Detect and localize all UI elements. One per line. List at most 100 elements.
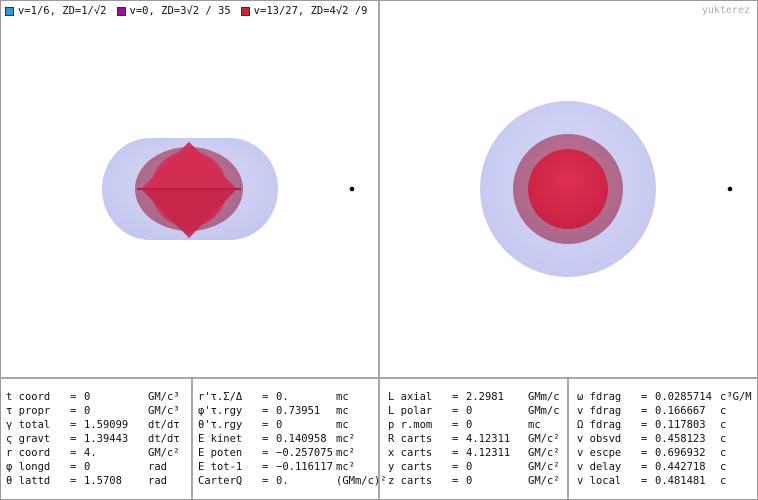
readout-unit: c³G/M <box>720 391 752 403</box>
readout-name: θ lattd <box>6 475 51 487</box>
readout-name: θ'τ.rgy <box>198 419 243 431</box>
readout-value: 0 <box>466 405 473 417</box>
readout-name: v delay <box>577 461 622 473</box>
readout-name: v local <box>577 475 622 487</box>
readout-unit: c <box>720 461 727 473</box>
readout-name: R carts <box>388 433 433 445</box>
panel-separator <box>567 379 569 499</box>
readout-unit: GM/c³ <box>148 405 180 417</box>
readout-unit: GMm/c <box>528 405 560 417</box>
readout-eq: = <box>262 405 269 417</box>
readout-eq: = <box>641 419 648 431</box>
readout-unit: dt/dτ <box>148 433 180 445</box>
readout-name: φ longd <box>6 461 51 473</box>
readout-name: p r.mom <box>388 419 433 431</box>
readout-unit: GM/c² <box>528 461 560 473</box>
readout-unit: GM/c³ <box>148 391 180 403</box>
readout-eq: = <box>641 433 648 445</box>
readout-name: x carts <box>388 447 433 459</box>
readout-name: E poten <box>198 447 243 459</box>
readout-value: 0.442718 <box>655 461 706 473</box>
readout-eq: = <box>262 461 269 473</box>
readout-eq: = <box>641 391 648 403</box>
readout-value: −0.116117 <box>276 461 333 473</box>
readout-eq: = <box>70 461 77 473</box>
readout-unit: mc <box>528 419 541 431</box>
readout-eq: = <box>452 447 459 459</box>
readout-value: 1.5708 <box>84 475 122 487</box>
readout-value: 0.117803 <box>655 419 706 431</box>
readout-eq: = <box>641 461 648 473</box>
readout-value: 2.2981 <box>466 391 504 403</box>
readout-name: CarterQ <box>198 475 243 487</box>
readout-value: 0 <box>276 419 283 431</box>
readout-unit: mc² <box>336 433 355 445</box>
readout-value: 0. <box>276 391 289 403</box>
readout-eq: = <box>452 475 459 487</box>
readout-value: 0 <box>84 391 91 403</box>
readout-value: 4.12311 <box>466 433 511 445</box>
readout-value: −0.257075 <box>276 447 333 459</box>
readout-unit: mc² <box>336 461 355 473</box>
readout-eq: = <box>70 475 77 487</box>
readout-value: 0.481481 <box>655 475 706 487</box>
readout-value: 0.458123 <box>655 433 706 445</box>
side-view-scene <box>102 138 355 240</box>
readout-unit: rad <box>148 475 167 487</box>
readout-eq: = <box>452 419 459 431</box>
side-view-canvas[interactable]: v=1/6, ZD=1/√2 v=0, ZD=3√2 / 35 v=13/27,… <box>1 1 378 377</box>
readout-eq: = <box>641 475 648 487</box>
readout-unit: dt/dτ <box>148 419 180 431</box>
readout-value: 0 <box>466 475 473 487</box>
readout-eq: = <box>262 447 269 459</box>
readout-name: L polar <box>388 405 433 417</box>
readout-name: γ total <box>6 419 51 431</box>
readout-name: Ω fdrag <box>577 419 622 431</box>
readout-eq: = <box>262 419 269 431</box>
readout-value: 0.140958 <box>276 433 327 445</box>
readout-name: τ propr <box>6 405 51 417</box>
readout-panel-energy: r'τ.Σ/Δ = 0. mc φ'τ.rgy = 0.73951 mc θ'τ.rgy = 0 mc… <box>198 379 387 498</box>
readout-unit: mc² <box>336 447 355 459</box>
readout-name: t coord <box>6 391 51 403</box>
readout-name: v fdrag <box>577 405 622 417</box>
readout-unit: c <box>720 433 727 445</box>
readout-unit: GMm/c <box>528 391 560 403</box>
core-shell-top <box>528 149 608 229</box>
readout-name: ς gravt <box>6 433 51 445</box>
readout-eq: = <box>70 433 77 445</box>
readout-value: 0 <box>84 405 91 417</box>
panel-separator <box>191 379 193 499</box>
readout-eq: = <box>70 405 77 417</box>
readout-value: 0. <box>276 475 289 487</box>
readout-panel-time: t coord = 0 GM/c³ τ propr = 0 GM/c³ γ total = 1.59… <box>6 379 192 498</box>
readout-unit: mc <box>336 405 349 417</box>
readout-unit: GM/c² <box>528 447 560 459</box>
readout-eq: = <box>70 419 77 431</box>
readout-value: 0 <box>466 461 473 473</box>
readout-value: 0 <box>84 461 91 473</box>
readout-eq: = <box>641 447 648 459</box>
readout-name: φ'τ.rgy <box>198 405 243 417</box>
readout-eq: = <box>641 405 648 417</box>
readout-value: 0.73951 <box>276 405 321 417</box>
readout-unit: GM/c² <box>148 447 180 459</box>
readout-name: z carts <box>388 475 433 487</box>
readout-name: ω fdrag <box>577 391 622 403</box>
readout-unit: mc <box>336 391 349 403</box>
observer-point <box>349 186 355 192</box>
readout-unit: GM/c² <box>528 475 560 487</box>
readout-panel-momentum: L axial = 2.2981 GMm/c L polar = 0 GMm/c p r.mom… <box>388 379 566 498</box>
top-view-scene <box>480 101 733 277</box>
readout-value: 4. <box>84 447 97 459</box>
readout-value: 1.59099 <box>84 419 129 431</box>
top-view-canvas[interactable]: yukterez <box>380 1 756 377</box>
readout-name: r'τ.Σ/Δ <box>198 391 243 403</box>
readout-eq: = <box>452 433 459 445</box>
panel-separator <box>378 379 380 499</box>
readout-eq: = <box>70 391 77 403</box>
readout-unit: c <box>720 447 727 459</box>
readout-eq: = <box>262 433 269 445</box>
readout-name: v escpe <box>577 447 622 459</box>
readout-eq: = <box>262 475 269 487</box>
